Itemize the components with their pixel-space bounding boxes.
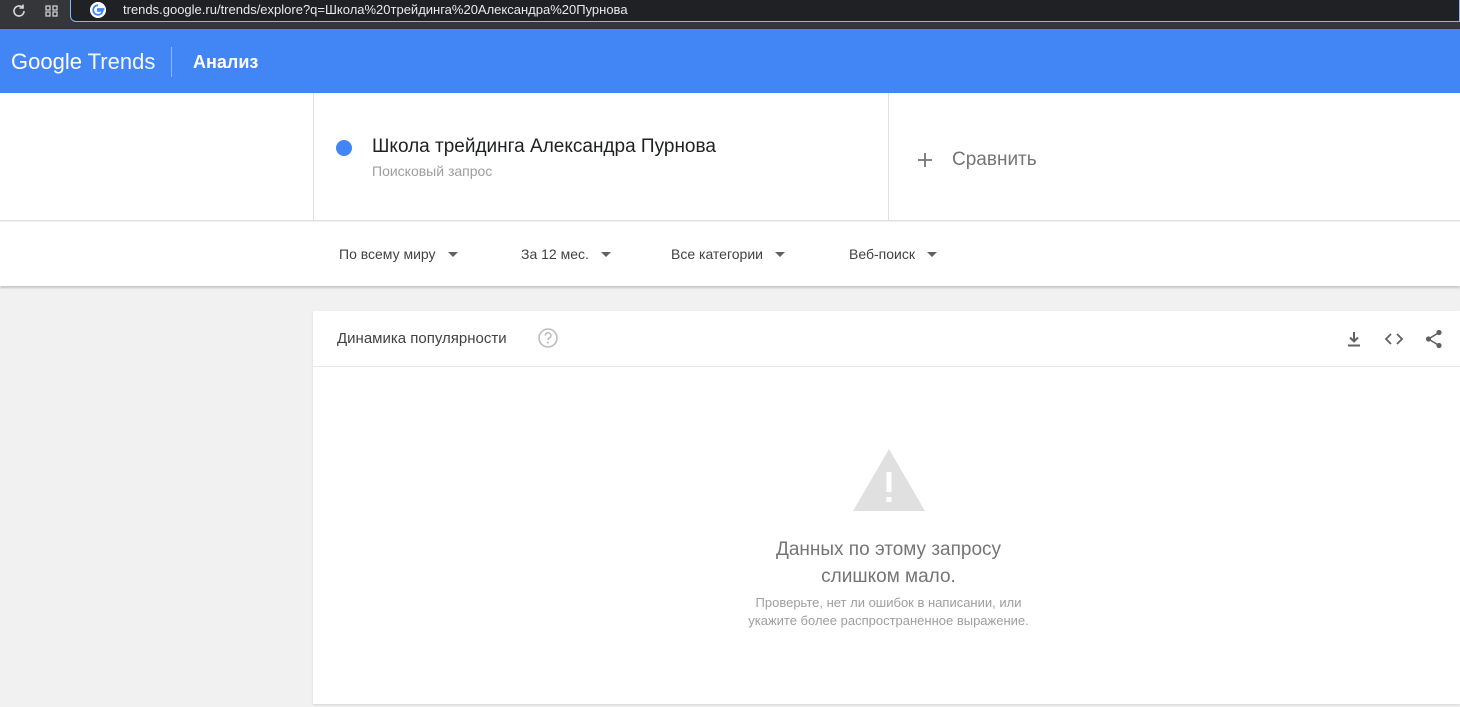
region-filter-label: По всему миру xyxy=(339,246,436,262)
empty-state-title-line2: слишком мало. xyxy=(821,566,956,587)
card-title: Динамика популярности xyxy=(337,330,507,347)
google-trends-logo[interactable]: Google Trends xyxy=(11,49,155,75)
help-icon[interactable] xyxy=(537,327,559,349)
empty-state-title: Данных по этому запросу слишком мало. xyxy=(313,536,1460,590)
search-term-card[interactable]: Школа трейдинга Александра Пурнова Поиск… xyxy=(313,93,889,221)
logo-trends-text: Trends xyxy=(87,49,156,74)
category-filter-label: Все категории xyxy=(671,246,763,262)
search-term-type: Поисковый запрос xyxy=(372,163,493,179)
page-title: Анализ xyxy=(193,52,259,72)
search-type-filter-label: Веб-поиск xyxy=(849,246,915,262)
term-color-dot xyxy=(336,140,352,156)
logo-google-text: Google xyxy=(11,49,82,74)
browser-toolbar: trends.google.ru/trends/explore?q=Школа%… xyxy=(0,0,1460,29)
apps-grid-icon[interactable] xyxy=(44,3,60,19)
search-term-name[interactable]: Школа трейдинга Александра Пурнова xyxy=(372,136,716,158)
caret-down-icon xyxy=(600,251,611,257)
interest-over-time-card: Динамика популярности Данных по этому за… xyxy=(313,311,1460,704)
time-range-filter[interactable]: За 12 мес. xyxy=(521,245,611,263)
compare-label: Сравнить xyxy=(952,149,1037,170)
plus-icon xyxy=(918,153,932,167)
url-text[interactable]: trends.google.ru/trends/explore?q=Школа%… xyxy=(123,2,628,17)
empty-state-hint-line1: Проверьте, нет ли ошибок в написании, ил… xyxy=(755,595,1022,610)
search-terms-panel: Школа трейдинга Александра Пурнова Поиск… xyxy=(0,93,1460,221)
share-icon[interactable] xyxy=(1422,327,1446,351)
reload-icon[interactable] xyxy=(11,3,27,19)
caret-down-icon xyxy=(774,251,785,257)
embed-code-icon[interactable] xyxy=(1382,327,1406,351)
card-header: Динамика популярности xyxy=(313,311,1460,367)
filter-bar: По всему миру За 12 мес. Все категории В… xyxy=(0,222,1460,286)
address-bar[interactable]: trends.google.ru/trends/explore?q=Школа%… xyxy=(70,0,1460,22)
download-icon[interactable] xyxy=(1342,327,1366,351)
google-favicon-icon xyxy=(90,2,106,18)
region-filter[interactable]: По всему миру xyxy=(339,245,458,263)
empty-state-title-line1: Данных по этому запросу xyxy=(775,539,1002,560)
header-divider xyxy=(171,47,172,77)
category-filter[interactable]: Все категории xyxy=(671,245,785,263)
empty-state-hint-line2: укажите более распространенное выражение… xyxy=(748,613,1029,628)
trends-header: Google Trends Анализ xyxy=(0,29,1460,93)
empty-state-hint: Проверьте, нет ли ошибок в написании, ил… xyxy=(313,594,1460,630)
compare-button[interactable]: Сравнить xyxy=(916,148,1037,172)
time-range-filter-label: За 12 мес. xyxy=(521,246,589,262)
search-type-filter[interactable]: Веб-поиск xyxy=(849,245,937,263)
warning-icon xyxy=(853,449,925,511)
caret-down-icon xyxy=(447,251,458,257)
caret-down-icon xyxy=(926,251,937,257)
